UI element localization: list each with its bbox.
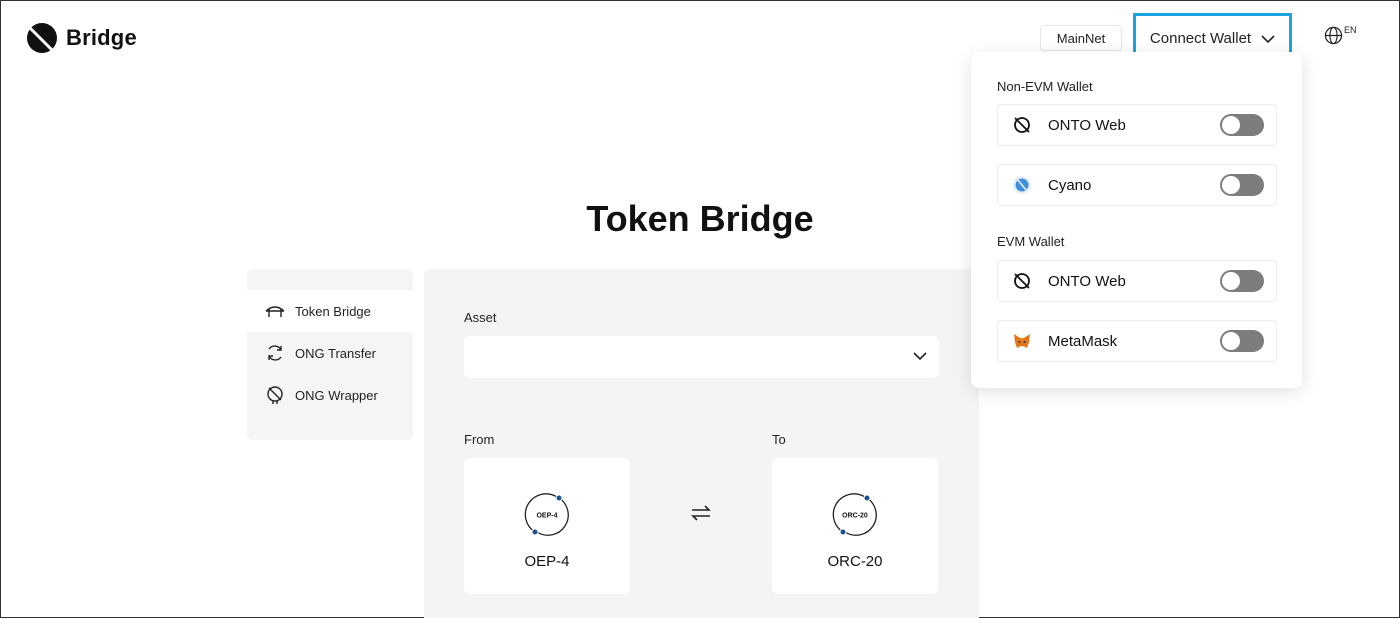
toggle-knob: [1222, 272, 1240, 290]
asset-select[interactable]: [464, 336, 939, 378]
chevron-down-icon: [1261, 34, 1275, 43]
brand-name: Bridge: [66, 25, 137, 50]
brand-logo[interactable]: Bridge: [26, 22, 137, 54]
from-chain-name: OEP-4: [524, 553, 570, 570]
wallet-option-cyano[interactable]: Cyano: [997, 164, 1277, 206]
network-button[interactable]: MainNet: [1040, 25, 1122, 51]
wallet-option-onto-web-evm[interactable]: ONTO Web: [997, 260, 1277, 302]
wallet-toggle[interactable]: [1220, 174, 1264, 196]
sidebar-item-ong-wrapper[interactable]: ONG Wrapper: [247, 374, 413, 416]
oep4-icon-text: OEP-4: [536, 513, 557, 520]
bridge-logo-icon: [27, 23, 57, 53]
orc20-token-icon: ORC-20: [832, 493, 877, 536]
globe-icon: [1324, 26, 1343, 45]
onto-icon: [1014, 273, 1030, 289]
wallet-dropdown: Non-EVM Wallet ONTO Web Cyano EVM Wallet…: [971, 52, 1302, 388]
swap-icon[interactable]: [690, 502, 712, 524]
cyano-icon: [1013, 176, 1031, 194]
wallet-name: MetaMask: [1048, 332, 1118, 350]
wallet-name: ONTO Web: [1048, 116, 1126, 134]
evm-wallet-label: EVM Wallet: [997, 234, 1065, 249]
sidebar-item-ong-transfer[interactable]: ONG Transfer: [247, 332, 413, 374]
sidebar-item-token-bridge[interactable]: Token Bridge: [247, 290, 413, 332]
language-label: EN: [1344, 25, 1357, 35]
sidebar-item-label: ONG Wrapper: [295, 387, 378, 403]
wallet-toggle[interactable]: [1220, 270, 1264, 292]
toggle-knob: [1222, 176, 1240, 194]
from-label: From: [464, 432, 495, 447]
toggle-knob: [1222, 116, 1240, 134]
wallet-toggle[interactable]: [1220, 330, 1264, 352]
sidebar-item-label: Token Bridge: [295, 303, 371, 319]
wallet-option-onto-web-non-evm[interactable]: ONTO Web: [997, 104, 1277, 146]
onto-icon: [1014, 117, 1030, 133]
connect-wallet-label: Connect Wallet: [1149, 30, 1252, 47]
toggle-knob: [1222, 332, 1240, 350]
metamask-icon: [1014, 334, 1030, 348]
wallet-name: ONTO Web: [1048, 272, 1126, 290]
wallet-name: Cyano: [1048, 176, 1092, 194]
sidebar: Token Bridge ONG Transfer ONG Wrapper: [247, 269, 413, 440]
sidebar-item-label: ONG Transfer: [295, 345, 376, 361]
bridge-panel: Asset From To OEP-4 OEP-4 ORC-20 ORC-20: [424, 269, 979, 618]
from-chain-card[interactable]: OEP-4 OEP-4: [464, 458, 630, 594]
to-label: To: [772, 432, 786, 447]
wrapper-icon: [267, 386, 283, 404]
wallet-toggle[interactable]: [1220, 114, 1264, 136]
non-evm-wallet-label: Non-EVM Wallet: [997, 79, 1093, 94]
asset-label: Asset: [464, 310, 497, 325]
chevron-down-icon: [913, 352, 927, 361]
orc20-icon-text: ORC-20: [842, 513, 868, 520]
refresh-icon: [268, 345, 282, 361]
oep4-token-icon: OEP-4: [524, 493, 569, 536]
wallet-option-metamask[interactable]: MetaMask: [997, 320, 1277, 362]
bridge-icon: [265, 306, 285, 317]
language-selector[interactable]: EN: [1324, 25, 1357, 45]
to-chain-card[interactable]: ORC-20 ORC-20: [772, 458, 938, 594]
to-chain-name: ORC-20: [827, 553, 883, 570]
